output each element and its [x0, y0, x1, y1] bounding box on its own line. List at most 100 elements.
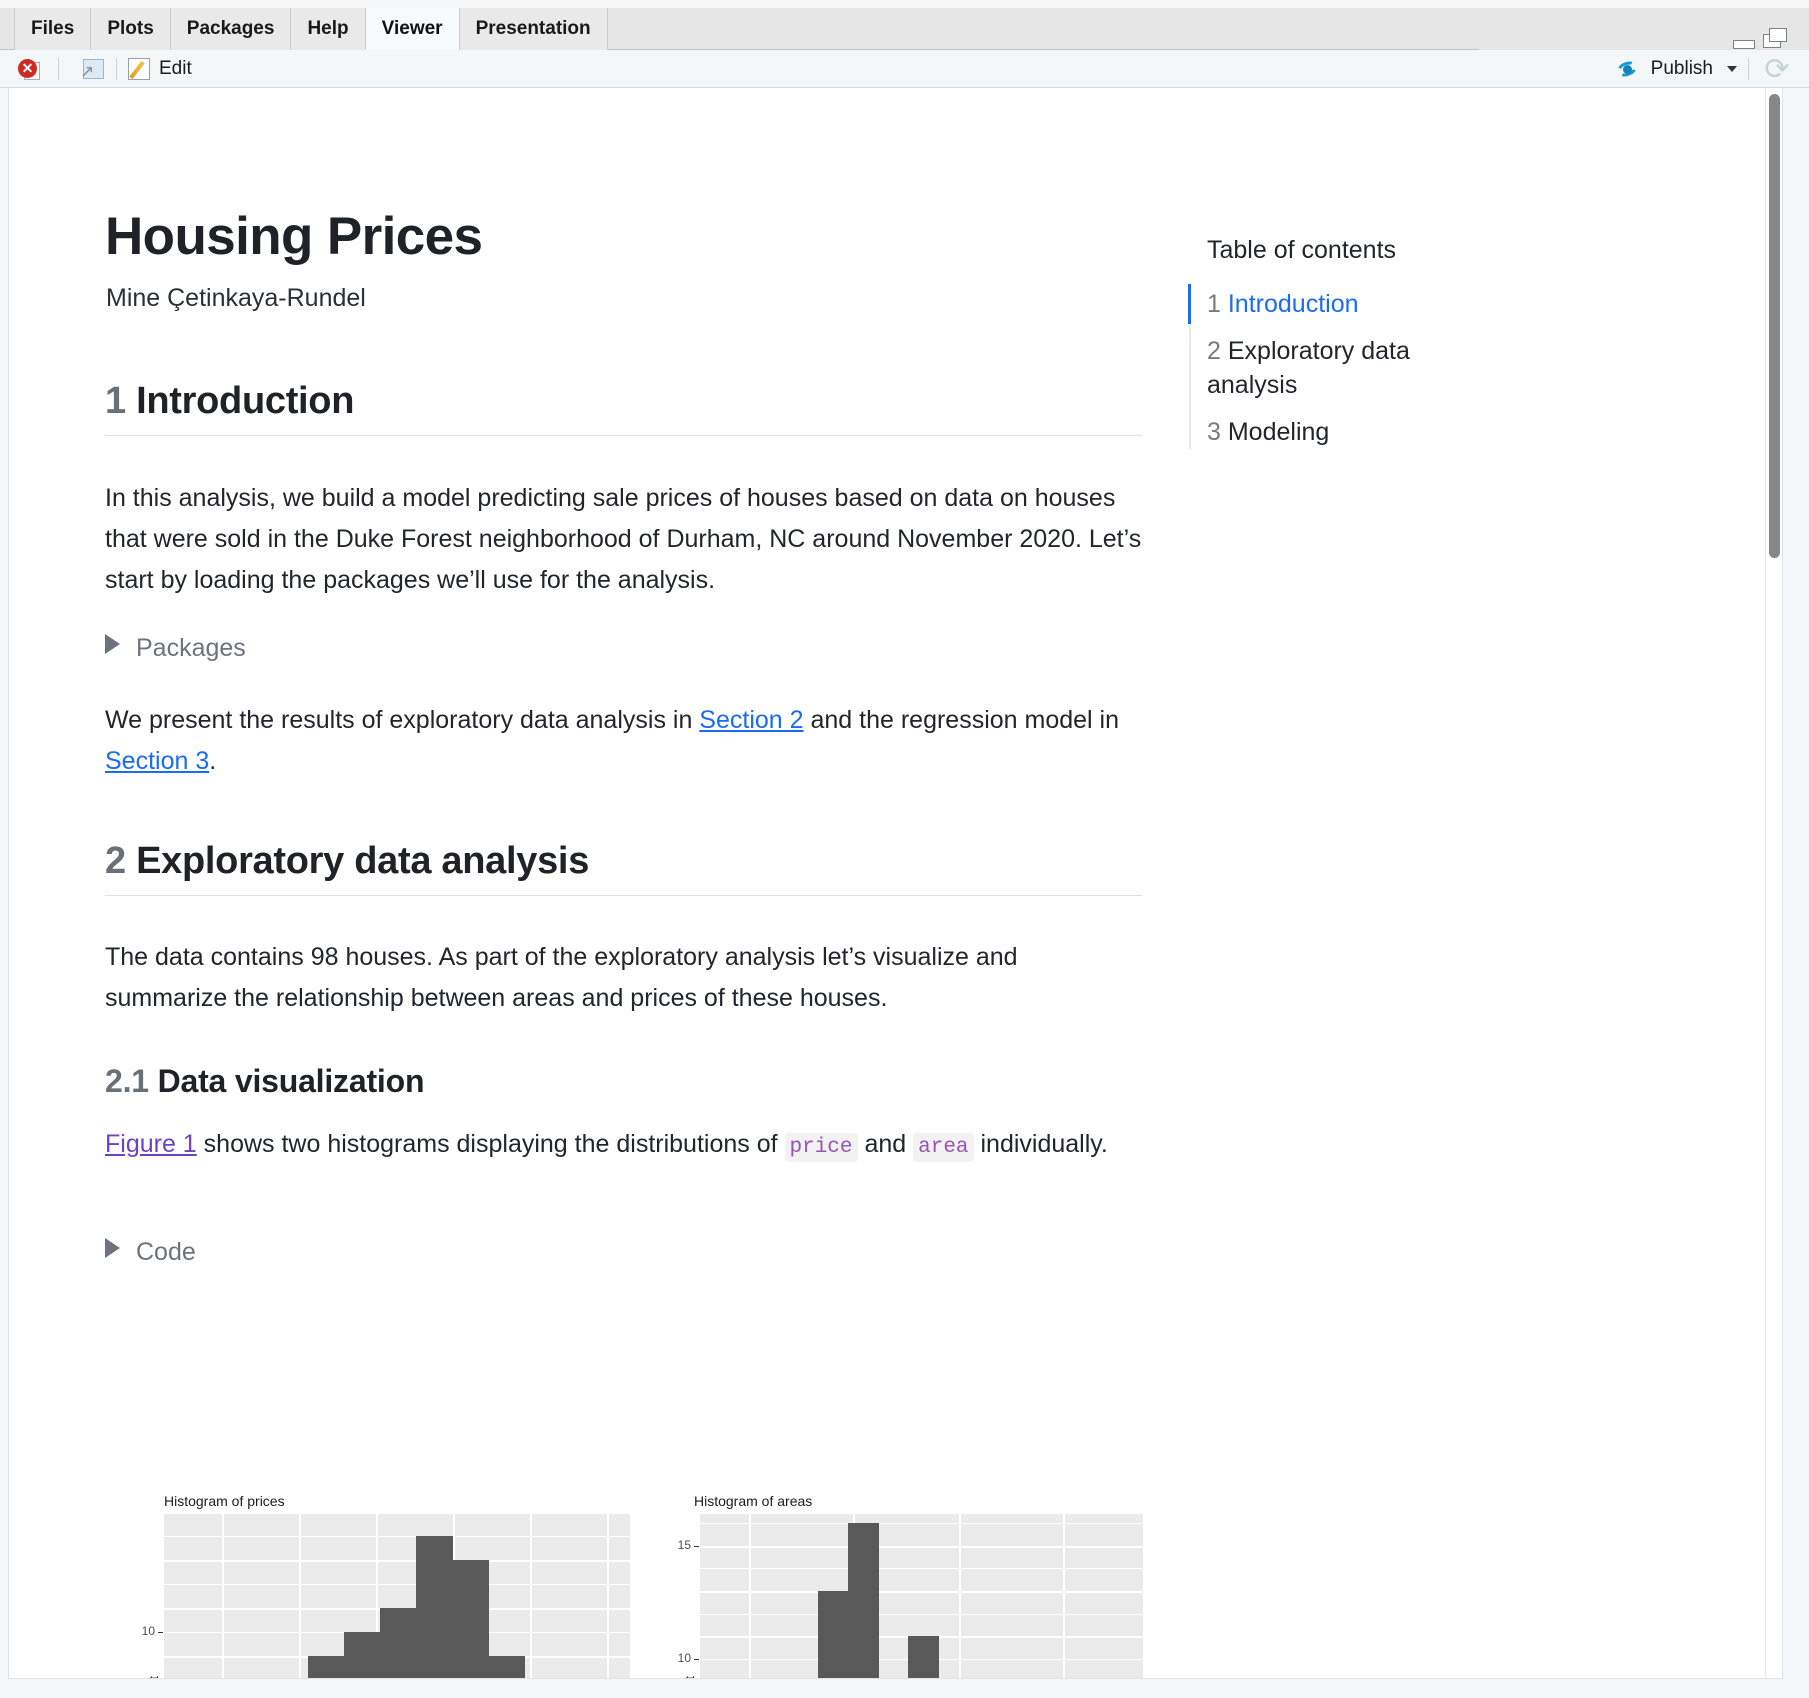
toc-item-modeling[interactable]: 3 Modeling: [1189, 415, 1439, 449]
tab-label: Files: [31, 18, 74, 39]
open-in-new-window-icon[interactable]: ↗: [78, 57, 106, 81]
toolbar-divider: [116, 58, 117, 80]
code-disclosure-label: Code: [136, 1238, 196, 1266]
triangle-right-icon: [105, 634, 120, 654]
plot-panel: [164, 1514, 630, 1678]
toc-list: 1 Introduction 2 Exploratory data analys…: [1189, 287, 1569, 449]
text-fragment: individually.: [974, 1130, 1108, 1158]
figure-1-histograms: Histogram of prices count 510 Histogram …: [105, 1488, 1145, 1678]
tab-plots[interactable]: Plots: [91, 8, 170, 50]
grid-line-horizontal: [164, 1584, 630, 1585]
edit-button-label: Edit: [159, 57, 192, 81]
publish-button[interactable]: Publish: [1651, 55, 1713, 83]
data-visualization-paragraph: Figure 1 shows two histograms displaying…: [105, 1124, 1145, 1168]
section-title: Data visualization: [158, 1063, 425, 1099]
y-axis-tick: [694, 1659, 699, 1660]
chevron-down-icon[interactable]: [1727, 66, 1737, 72]
pencil-glyph: [129, 61, 144, 79]
section-heading-introduction: 1 Introduction: [105, 380, 1142, 436]
link-figure-1[interactable]: Figure 1: [105, 1130, 197, 1158]
histogram-bar: [380, 1608, 417, 1678]
eda-paragraph-1: The data contains 98 houses. As part of …: [105, 937, 1145, 1019]
y-axis-tick-label: 10: [651, 1651, 691, 1665]
section-number: 2: [105, 840, 126, 882]
section-title: Introduction: [136, 380, 354, 422]
intro-paragraph-1: In this analysis, we build a model predi…: [105, 478, 1145, 601]
tab-label: Help: [307, 18, 348, 39]
grid-line-vertical: [1063, 1514, 1065, 1678]
publish-button-label: Publish: [1651, 58, 1713, 79]
section-number: 2.1: [105, 1063, 149, 1099]
minimize-icon[interactable]: [1733, 40, 1755, 49]
tab-help[interactable]: Help: [291, 8, 365, 50]
quarto-document: Housing Prices Mine Çetinkaya-Rundel 1 I…: [9, 88, 1767, 1678]
y-axis-tick: [158, 1632, 163, 1633]
viewer-content-area: Housing Prices Mine Çetinkaya-Rundel 1 I…: [8, 88, 1783, 1678]
vertical-scrollbar[interactable]: [1765, 88, 1782, 1678]
section-heading-data-visualization: 2.1 Data visualization: [105, 1063, 424, 1100]
tab-label: Packages: [187, 18, 275, 39]
text-fragment: shows two histograms displaying the dist…: [197, 1130, 785, 1158]
grid-line-vertical: [222, 1514, 224, 1678]
page-title: Housing Prices: [105, 206, 482, 267]
grid-line-horizontal: [700, 1546, 1143, 1548]
grid-line-horizontal: [700, 1568, 1143, 1569]
tab-packages[interactable]: Packages: [171, 8, 292, 50]
histogram-bar: [452, 1560, 489, 1678]
grid-line-vertical: [607, 1514, 609, 1678]
packages-disclosure-label: Packages: [136, 634, 246, 662]
tab-files[interactable]: Files: [14, 8, 91, 50]
text-fragment: and the regression model in: [804, 706, 1119, 734]
text-fragment: .: [209, 747, 216, 775]
tab-presentation[interactable]: Presentation: [460, 8, 608, 50]
section-number: 1: [105, 380, 126, 422]
maximize-icon[interactable]: [1763, 28, 1788, 50]
scrollbar-thumb[interactable]: [1769, 94, 1780, 558]
text-fragment: We present the results of exploratory da…: [105, 706, 699, 734]
section-heading-eda: 2 Exploratory data analysis: [105, 840, 1142, 896]
document-author: Mine Çetinkaya-Rundel: [106, 284, 366, 313]
pane-bottom-strip: [8, 1678, 1783, 1698]
plot-panel: [700, 1514, 1143, 1678]
code-disclosure-toggle[interactable]: Code: [105, 1238, 196, 1267]
packages-disclosure-toggle[interactable]: Packages: [105, 634, 246, 663]
grid-line-horizontal: [700, 1614, 1143, 1615]
toc-item-introduction[interactable]: 1 Introduction: [1189, 287, 1439, 321]
pane-tab-strip: Files Plots Packages Help Viewer Present…: [0, 8, 1809, 50]
toc-active-indicator: [1188, 284, 1191, 324]
chart-title: Histogram of prices: [164, 1493, 285, 1509]
link-section-3[interactable]: Section 3: [105, 747, 209, 775]
section-title: Exploratory data analysis: [136, 840, 589, 882]
toc-item-label: Modeling: [1228, 418, 1329, 446]
grid-line-horizontal: [164, 1560, 630, 1562]
tab-viewer[interactable]: Viewer: [366, 8, 460, 50]
grid-line-horizontal: [164, 1536, 630, 1537]
publish-icon: [1617, 59, 1639, 79]
intro-paragraph-2: We present the results of exploratory da…: [105, 700, 1145, 782]
y-axis-tick-label: 10: [115, 1624, 155, 1638]
grid-line-horizontal: [700, 1591, 1143, 1593]
tab-label: Viewer: [382, 18, 443, 39]
grid-line-vertical: [299, 1514, 301, 1678]
grid-line-vertical: [749, 1514, 751, 1678]
refresh-icon[interactable]: ⟳: [1763, 56, 1791, 84]
histogram-bar: [818, 1591, 849, 1678]
y-axis-tick: [694, 1546, 699, 1547]
tab-label: Presentation: [476, 18, 591, 39]
chart-histogram-of-areas: Histogram of areas count 51015: [660, 1488, 1160, 1678]
stop-page-icon[interactable]: ✕: [18, 58, 42, 80]
toc-item-exploratory-data-analysis[interactable]: 2 Exploratory data analysis: [1189, 334, 1439, 402]
link-section-2[interactable]: Section 2: [699, 706, 803, 734]
table-of-contents: Table of contents 1 Introduction 2 Explo…: [1189, 236, 1569, 462]
viewer-toolbar: ✕ ↗ Edit Publish ⟳: [0, 50, 1809, 88]
publish-core: [1623, 65, 1632, 74]
toolbar-divider: [58, 58, 59, 80]
histogram-bar: [848, 1523, 879, 1678]
arrow-glyph: ↗: [80, 63, 94, 80]
toc-item-label: Exploratory data analysis: [1207, 337, 1410, 399]
grid-line-vertical: [530, 1514, 532, 1678]
edit-pencil-icon: [128, 58, 150, 80]
text-fragment: and: [858, 1130, 914, 1158]
toc-title: Table of contents: [1189, 236, 1569, 265]
histogram-bar: [344, 1632, 381, 1678]
